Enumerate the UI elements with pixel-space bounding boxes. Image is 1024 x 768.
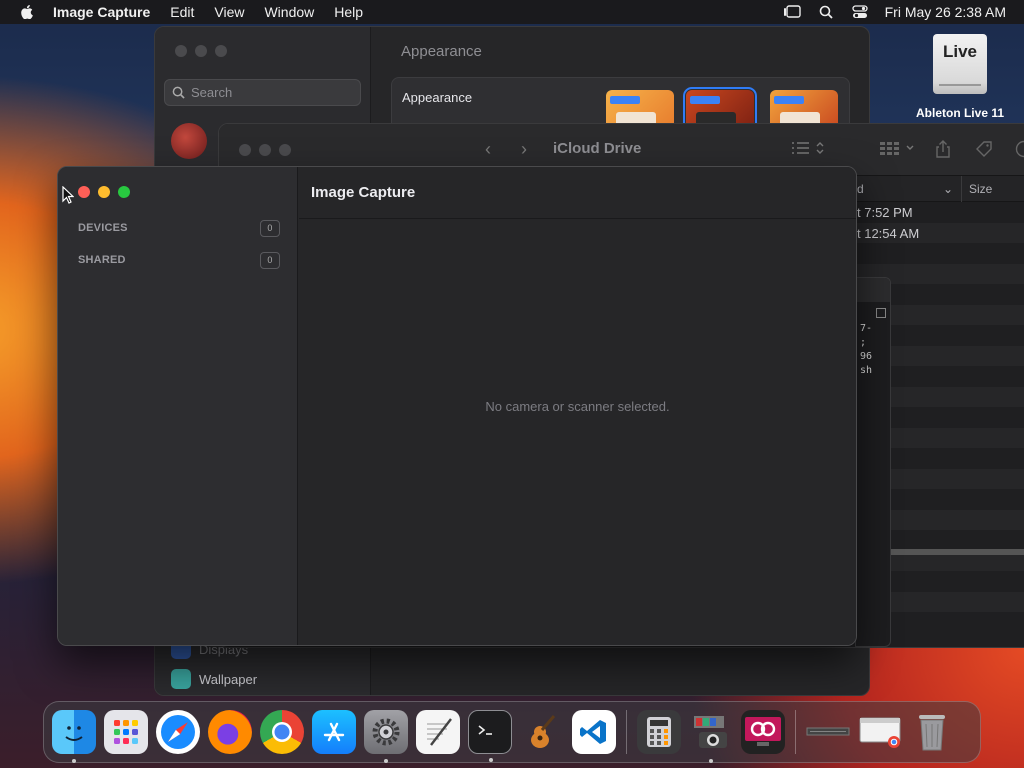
stage-manager-icon[interactable]: [783, 4, 801, 20]
sidebar-item-wallpaper[interactable]: Wallpaper: [171, 669, 257, 689]
drive-icon: Live: [933, 34, 987, 94]
document-icon[interactable]: [806, 710, 850, 754]
terminal-output: 7- ; 96 sh: [856, 322, 890, 378]
image-capture-icon[interactable]: [689, 710, 733, 763]
settings-zoom-button[interactable]: [215, 45, 227, 57]
drive-badge: Live: [942, 42, 978, 61]
settings-page-title: Appearance: [401, 43, 482, 60]
system-settings-icon[interactable]: [364, 710, 408, 763]
dock: [43, 701, 981, 763]
column-sort-chevron-icon[interactable]: ⌄: [943, 182, 953, 196]
settings-minimize-button[interactable]: [195, 45, 207, 57]
settings-close-button[interactable]: [175, 45, 187, 57]
running-indicator: [709, 759, 713, 763]
horizontal-scrollbar[interactable]: [891, 549, 1024, 555]
section-devices[interactable]: DEVICES 0: [78, 218, 280, 238]
menu-window[interactable]: Window: [264, 4, 314, 20]
shared-count-badge: 0: [260, 251, 280, 269]
column-size[interactable]: Size: [969, 182, 992, 196]
apple-menu-icon[interactable]: [20, 5, 34, 19]
dock-separator: [795, 710, 796, 754]
window-controls: [78, 186, 130, 198]
app-store-icon[interactable]: [312, 710, 356, 754]
avatar[interactable]: [171, 123, 207, 159]
calculator-icon[interactable]: [637, 710, 681, 754]
section-shared[interactable]: SHARED 0: [78, 250, 280, 270]
finder-close-button[interactable]: [239, 144, 251, 156]
group-icon[interactable]: [879, 140, 917, 161]
column-divider: [961, 176, 962, 202]
spotlight-icon[interactable]: [817, 4, 835, 20]
forward-chevron-icon[interactable]: ›: [521, 139, 527, 160]
scrobbler-icon[interactable]: [741, 710, 785, 754]
mouse-cursor-icon: [62, 186, 74, 204]
settings-search-placeholder: Search: [191, 85, 233, 100]
firefox-icon[interactable]: [208, 710, 252, 754]
safari-icon[interactable]: [156, 710, 200, 754]
desktop-drive[interactable]: Live Ableton Live 11: [910, 34, 1010, 120]
terminal-line: 7-: [860, 323, 873, 334]
running-indicator: [489, 758, 493, 762]
image-capture-window: DEVICES 0 SHARED 0 Image Capture No came…: [57, 166, 857, 646]
back-chevron-icon[interactable]: ‹: [485, 139, 491, 160]
column-date[interactable]: d: [857, 182, 864, 196]
garageband-icon[interactable]: [520, 710, 564, 754]
running-indicator: [72, 759, 76, 763]
image-capture-content: Image Capture No camera or scanner selec…: [299, 167, 856, 645]
running-indicator: [384, 759, 388, 763]
row-date: t 7:52 PM: [857, 205, 913, 220]
trash-icon[interactable]: [910, 710, 954, 754]
appearance-label: Appearance: [402, 90, 473, 105]
search-icon: [172, 86, 185, 99]
launchpad-icon[interactable]: [104, 710, 148, 754]
menu-help[interactable]: Help: [334, 4, 363, 20]
section-shared-label: SHARED: [78, 254, 126, 266]
close-button[interactable]: [78, 186, 90, 198]
terminal-line: 96: [860, 351, 873, 362]
finder-minimize-button[interactable]: [259, 144, 271, 156]
finder-window-controls: [239, 144, 291, 156]
drive-label: Ableton Live 11: [915, 106, 1005, 120]
sidebar-item-label: Wallpaper: [199, 671, 258, 687]
tag-icon[interactable]: [975, 140, 993, 163]
row-date: t 12:54 AM: [857, 225, 920, 241]
settings-search-field[interactable]: Search: [164, 79, 361, 106]
control-center-icon[interactable]: [851, 4, 869, 20]
chrome-window-icon[interactable]: [858, 710, 902, 754]
textedit-icon[interactable]: [416, 710, 460, 754]
scrollbar-icon[interactable]: [876, 308, 886, 318]
list-view-icon[interactable]: [791, 140, 827, 161]
share-icon[interactable]: [935, 140, 951, 163]
wallpaper-icon: [171, 669, 191, 689]
finder-icon[interactable]: [52, 710, 96, 763]
minimize-button[interactable]: [98, 186, 110, 198]
menubar-clock[interactable]: Fri May 26 2:38 AM: [885, 4, 1006, 20]
image-capture-title: Image Capture: [299, 167, 856, 219]
section-devices-label: DEVICES: [78, 222, 128, 234]
finder-title: iCloud Drive: [553, 140, 642, 157]
terminal-titlebar: [856, 278, 890, 302]
terminal-window: 7- ; 96 sh: [855, 277, 891, 647]
dock-separator: [626, 710, 627, 754]
terminal-line: sh: [860, 365, 873, 376]
vscode-icon[interactable]: [572, 710, 616, 754]
empty-state-message: No camera or scanner selected.: [485, 399, 670, 414]
devices-count-badge: 0: [260, 219, 280, 237]
zoom-button[interactable]: [118, 186, 130, 198]
more-icon[interactable]: [1015, 140, 1024, 163]
image-capture-sidebar: DEVICES 0 SHARED 0: [58, 167, 298, 645]
terminal-icon[interactable]: [468, 710, 512, 762]
settings-window-controls: [175, 45, 227, 57]
menu-bar: Image Capture Edit View Window Help Fri …: [0, 0, 1024, 24]
chrome-icon[interactable]: [260, 710, 304, 754]
menu-edit[interactable]: Edit: [170, 4, 194, 20]
menu-app-name[interactable]: Image Capture: [53, 4, 150, 20]
finder-zoom-button[interactable]: [279, 144, 291, 156]
terminal-line: ;: [860, 337, 867, 348]
menu-view[interactable]: View: [214, 4, 244, 20]
